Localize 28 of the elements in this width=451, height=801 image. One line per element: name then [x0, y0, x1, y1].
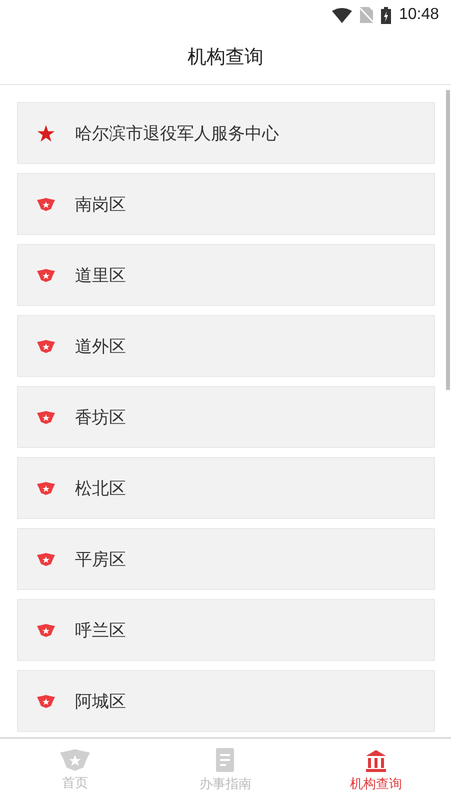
- emblem-icon: [37, 552, 55, 566]
- emblem-icon: [37, 694, 55, 708]
- no-sim-icon: [360, 7, 373, 23]
- document-icon: [214, 748, 236, 772]
- organization-item[interactable]: 平房区: [17, 528, 435, 590]
- building-icon: [364, 748, 388, 772]
- organization-item[interactable]: 香坊区: [17, 386, 435, 448]
- emblem-icon: [37, 198, 55, 210]
- organization-item[interactable]: 道外区: [17, 315, 435, 377]
- page-title: 机构查询: [188, 45, 264, 70]
- emblem-icon: [37, 340, 55, 352]
- emblem-icon: [37, 482, 55, 494]
- organization-item[interactable]: 阿城区: [17, 670, 435, 732]
- clock-time: 10:48: [398, 6, 439, 24]
- battery-icon: [380, 6, 391, 24]
- emblem-icon: [37, 624, 55, 636]
- organization-item[interactable]: 呼兰区: [17, 599, 435, 661]
- emblem-icon: [37, 410, 55, 424]
- organization-item[interactable]: 松北区: [17, 457, 435, 519]
- emblem-icon: [37, 268, 55, 282]
- organization-item[interactable]: 道里区: [17, 244, 435, 306]
- star-icon: [37, 124, 55, 142]
- emblem-icon: [60, 748, 90, 770]
- nav-tab[interactable]: 机构查询: [300, 739, 451, 801]
- organization-item[interactable]: 哈尔滨市退役军人服务中心: [17, 102, 435, 164]
- organization-item[interactable]: 南岗区: [17, 173, 435, 235]
- scrollbar[interactable]: [446, 90, 450, 390]
- wifi-icon: [332, 8, 352, 22]
